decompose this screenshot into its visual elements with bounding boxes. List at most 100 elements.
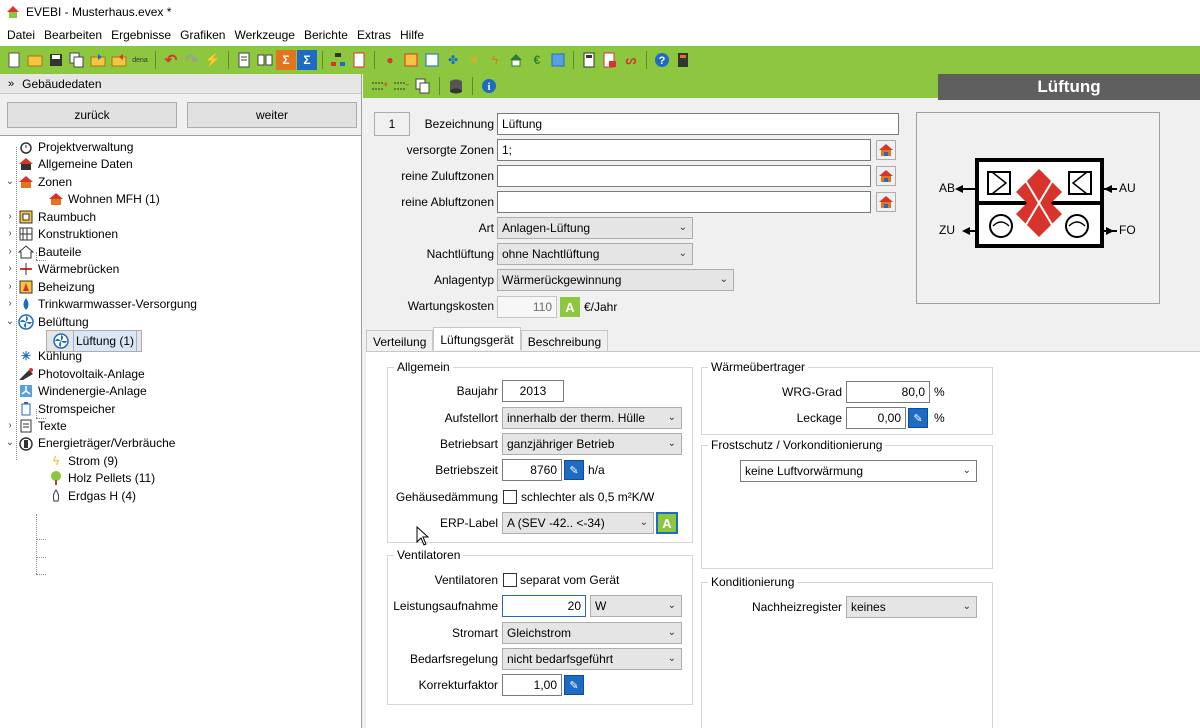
wand-icon[interactable]: ⚡ [203,50,223,70]
info-icon[interactable]: i [479,76,499,96]
tree-item-windenergie[interactable]: Windenergie-Anlage [16,382,147,399]
pencil-edit-icon[interactable]: ✎ [564,460,584,480]
pencil-edit-icon[interactable]: ✎ [564,675,584,695]
bedarfsregelung-select[interactable]: nicht bedarfsgeführt ⌄ [502,648,682,670]
database-icon[interactable] [446,76,466,96]
menu-berichte[interactable]: Berichte [301,28,354,42]
leistungsaufnahme-input[interactable]: 20 [502,595,586,617]
pdf-report-icon[interactable] [600,50,620,70]
tree-item-photovoltaik[interactable]: Photovoltaik-Anlage [16,365,145,382]
house-eco-icon[interactable] [506,50,526,70]
dena-icon[interactable]: dena [130,50,150,70]
abluftzonen-input[interactable] [497,191,871,213]
betriebsart-select[interactable]: ganzjähriger Betrieb ⌄ [502,433,682,455]
calculator-icon[interactable] [579,50,599,70]
tree-item-kuehlung[interactable]: ✳ Kühlung [16,347,82,364]
expand-chevron-icon[interactable]: › [4,211,16,222]
menu-werkzeuge[interactable]: Werkzeuge [231,28,300,42]
chart-curve-icon[interactable]: ᔕ [621,50,641,70]
wartungskosten-input[interactable]: 110 [497,296,557,318]
korrekturfaktor-input[interactable]: 1,00 [502,674,562,696]
export-folder-icon[interactable] [88,50,108,70]
help-icon[interactable]: ? [652,50,672,70]
sun-icon[interactable]: ☀ [464,50,484,70]
layers-icon[interactable] [255,50,275,70]
versorgte-zonen-input[interactable]: 1; [497,139,871,161]
heart-icon[interactable]: ● [380,50,400,70]
menu-grafiken[interactable]: Grafiken [177,28,231,42]
efficiency-a-button[interactable]: A [560,297,580,317]
expand-chevron-icon[interactable]: ⌄ [4,437,16,448]
copy-icon[interactable] [67,50,87,70]
tree-item-stromspeicher[interactable]: Stromspeicher [16,400,115,417]
tree-item-belueftung[interactable]: ⌄ Belüftung [4,313,89,330]
tree-item-texte[interactable]: › Texte [4,417,66,434]
erp-a-button[interactable]: A [656,512,678,534]
redo-icon[interactable]: ↷ [182,50,202,70]
panel-header[interactable]: » Gebäudedaten [0,74,361,94]
anlagentyp-select[interactable]: Wärmerückgewinnung ⌄ [497,269,734,291]
tree-item-trinkwarmwasser[interactable]: › Trinkwarmwasser-Versorgung [4,295,197,312]
back-button[interactable]: zurück [7,102,177,128]
tree-item-strom[interactable]: ϟ Strom (9) [46,452,118,469]
open-folder-icon[interactable] [25,50,45,70]
menu-bearbeiten[interactable]: Bearbeiten [41,28,108,42]
building-list-icon[interactable] [349,50,369,70]
expand-chevron-icon[interactable]: ⌄ [4,316,16,327]
tree-item-raumbuch[interactable]: › Raumbuch [4,208,96,225]
pencil-edit-icon[interactable]: ✎ [908,408,928,428]
next-button[interactable]: weiter [187,102,357,128]
ventilatoren-checkbox[interactable] [503,573,517,587]
stromart-select[interactable]: Gleichstrom ⌄ [502,622,682,644]
leistung-unit-select[interactable]: W ⌄ [590,595,682,617]
zuluftzonen-input[interactable] [497,165,871,187]
frostschutz-select[interactable]: keine Luftvorwärmung ⌄ [740,460,977,482]
zone-picker-button[interactable] [876,166,896,186]
add-node-icon[interactable]: + [369,76,389,96]
menu-extras[interactable]: Extras [354,28,397,42]
expand-chevron-icon[interactable]: › [4,228,16,239]
nachheizregister-select[interactable]: keines ⌄ [846,596,977,618]
daemmung-checkbox[interactable] [503,490,517,504]
tree-item-zonen[interactable]: ⌄ Zonen [4,173,72,190]
tree-item-wohnen-mfh[interactable]: Wohnen MFH (1) [46,190,160,207]
water-tool-icon[interactable] [422,50,442,70]
save-icon[interactable] [46,50,66,70]
menu-ergebnisse[interactable]: Ergebnisse [108,28,177,42]
sum-blue-icon[interactable]: Σ [297,50,317,70]
baujahr-input[interactable]: 2013 [502,380,564,402]
menu-hilfe[interactable]: Hilfe [397,28,430,42]
tree-item-allgemeine-daten[interactable]: Allgemeine Daten [16,155,133,172]
tree-item-holz-pellets[interactable]: Holz Pellets (11) [46,469,155,486]
expand-chevron-icon[interactable]: › [4,263,16,274]
tree-item-konstruktionen[interactable]: › Konstruktionen [4,225,118,242]
tab-verteilung[interactable]: Verteilung [366,330,434,352]
tab-beschreibung[interactable]: Beschreibung [520,330,609,352]
sum-red-icon[interactable]: Σ [276,50,296,70]
tree-item-erdgas[interactable]: Erdgas H (4) [46,487,136,504]
wrg-grad-input[interactable]: 80,0 [846,381,930,403]
tree-item-waermebruecken[interactable]: › Wärmebrücken [4,260,119,277]
copy-node-icon[interactable] [413,76,433,96]
expand-chevron-icon[interactable]: ⌄ [4,176,16,187]
new-file-icon[interactable] [4,50,24,70]
bezeichnung-input[interactable]: Lüftung [497,113,899,135]
zone-picker-button[interactable] [876,140,896,160]
expand-chevron-icon[interactable]: › [4,281,16,292]
ventilation-tool-icon[interactable]: ✤ [443,50,463,70]
tab-lueftungsgeraet[interactable]: Lüftungsgerät [433,327,521,350]
document-icon[interactable] [234,50,254,70]
import-folder-icon[interactable] [109,50,129,70]
grid-tool-icon[interactable] [548,50,568,70]
remove-node-icon[interactable]: − [391,76,411,96]
euro-icon[interactable]: € [527,50,547,70]
zone-picker-button[interactable] [876,192,896,212]
tree-item-bauteile[interactable]: › Bauteile [4,243,81,260]
tree-item-beheizung[interactable]: › Beheizung [4,278,94,295]
collapse-chevron-icon[interactable]: » [8,78,14,90]
heating-tool-icon[interactable] [401,50,421,70]
lightning-tool-icon[interactable]: ϟ [485,50,505,70]
aufstellort-select[interactable]: innerhalb der therm. Hülle ⌄ [502,407,682,429]
erp-select[interactable]: A (SEV -42.. <-34) ⌄ [502,512,654,534]
menu-datei[interactable]: Datei [4,28,41,42]
